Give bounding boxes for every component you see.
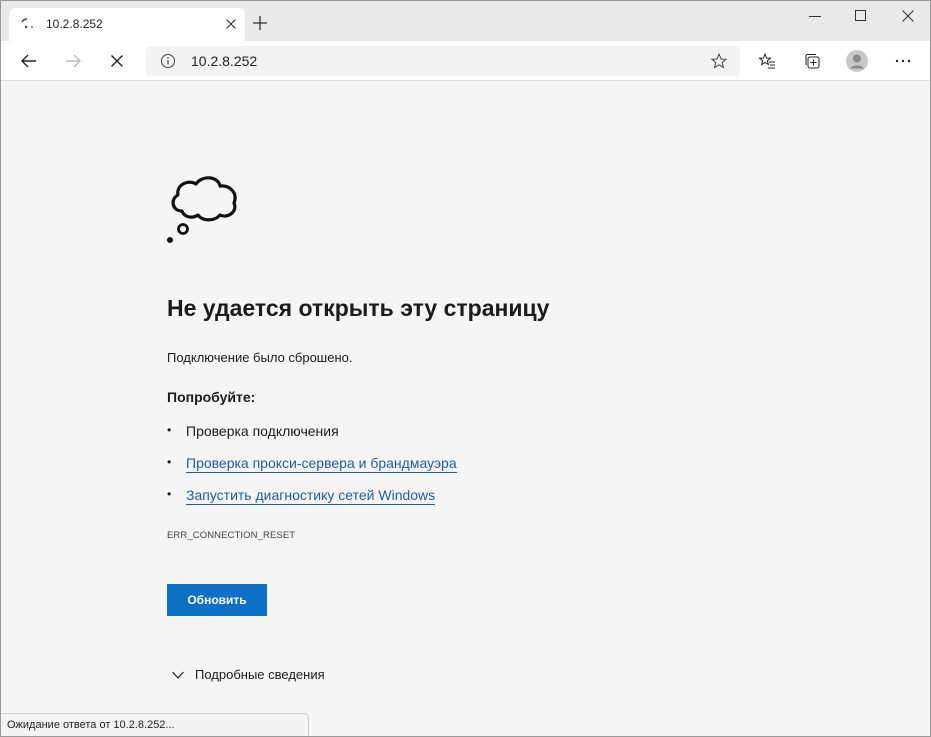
tab-title: 10.2.8.252 [46,17,103,31]
bullet: • [167,423,172,437]
forward-arrow-icon[interactable] [64,52,82,70]
more-icon[interactable] [894,52,912,70]
error-title: Не удается открыть эту страницу [167,295,550,321]
stop-icon[interactable] [108,52,126,70]
browser-window: 10.2.8.252 10.2.8.252 Не удается открыть… [0,0,931,737]
chevron-down-icon [172,671,184,679]
error-description: Подключение было сброшено. [167,350,353,365]
error-page: Не удается открыть эту страницу Подключе… [1,82,930,736]
url-text[interactable]: 10.2.8.252 [191,53,257,69]
thought-cloud-icon [167,176,237,243]
back-arrow-icon[interactable] [20,52,38,70]
error-code: ERR_CONNECTION_RESET [167,530,296,541]
plus-icon[interactable] [251,14,269,32]
network-diagnostics-link[interactable]: Запустить диагностику сетей Windows [186,487,436,505]
loading-icon [21,18,33,29]
profile-icon[interactable] [846,50,868,72]
bullet: • [167,487,172,501]
favorites-icon[interactable] [758,52,776,70]
window-close-icon[interactable] [901,9,915,23]
info-icon[interactable] [160,53,176,69]
collections-icon[interactable] [803,52,821,70]
maximize-icon[interactable] [854,9,868,23]
status-bubble: Ожидание ответа от 10.2.8.252... [1,713,309,736]
address-bar[interactable]: 10.2.8.252 [146,46,740,76]
status-text: Ожидание ответа от 10.2.8.252... [7,719,175,731]
close-icon[interactable] [223,16,239,32]
minimize-icon[interactable] [808,9,822,23]
star-icon[interactable] [710,52,728,70]
proxy-firewall-link[interactable]: Проверка прокси-сервера и брандмауэра [186,455,457,473]
bullet: • [167,455,172,469]
tab-active[interactable]: 10.2.8.252 [9,8,245,41]
tab-strip: 10.2.8.252 [1,1,930,41]
reload-button[interactable]: Обновить [167,584,267,616]
details-label: Подробные сведения [195,667,325,682]
toolbar: 10.2.8.252 [1,41,930,81]
try-label: Попробуйте: [167,389,256,405]
suggestion-text: Проверка подключения [186,423,339,439]
